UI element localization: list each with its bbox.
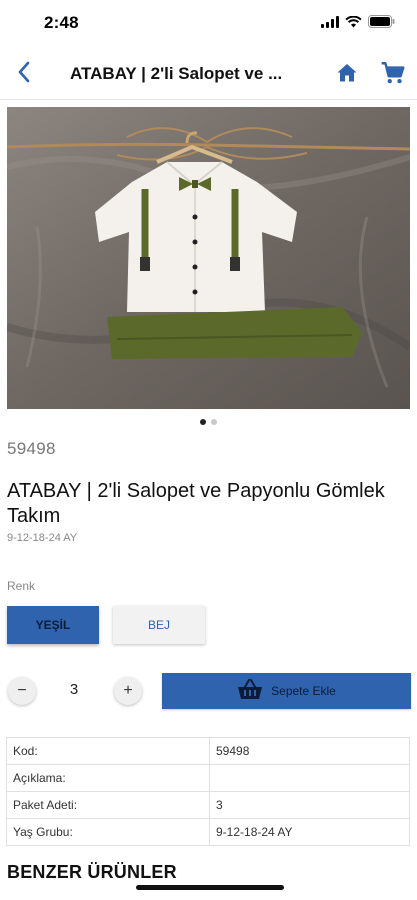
table-row: Yaş Grubu: 9-12-18-24 AY: [6, 818, 410, 846]
detail-value: 9-12-18-24 AY: [209, 818, 410, 846]
color-label: Renk: [7, 579, 36, 593]
chevron-left-icon: [17, 61, 31, 88]
add-to-cart-label: Sepete Ekle: [271, 684, 336, 698]
detail-value: 59498: [209, 737, 410, 765]
color-option-yesil[interactable]: YEŞİL: [7, 606, 99, 644]
battery-icon: [368, 15, 395, 33]
product-details-table: Kod: 59498 Açıklama: Paket Adeti: 3 Yaş …: [6, 737, 410, 846]
quantity-decrease-button[interactable]: −: [8, 677, 36, 705]
nav-bar: ATABAY | 2'li Salopet ve ...: [0, 48, 417, 100]
detail-key: Paket Adeti:: [6, 791, 210, 819]
color-option-bej[interactable]: BEJ: [113, 606, 205, 644]
detail-key: Yaş Grubu:: [6, 818, 210, 846]
status-time: 2:48: [44, 13, 79, 32]
nav-title: ATABAY | 2'li Salopet ve ...: [70, 64, 283, 83]
cart-button[interactable]: [380, 60, 406, 86]
detail-key: Kod:: [6, 737, 210, 765]
table-row: Paket Adeti: 3: [6, 791, 410, 819]
wifi-icon: [345, 15, 362, 33]
quantity-increase-button[interactable]: +: [114, 677, 142, 705]
detail-value: [209, 764, 410, 792]
product-image[interactable]: [7, 107, 410, 409]
home-icon: [335, 64, 359, 89]
basket-icon: [237, 678, 263, 705]
home-button[interactable]: [335, 61, 359, 85]
back-button[interactable]: [12, 61, 36, 87]
carousel-dot[interactable]: [211, 419, 217, 425]
quantity-value: 3: [69, 681, 79, 698]
product-photo: [7, 107, 410, 409]
status-bar: 2:48: [0, 0, 417, 48]
table-row: Açıklama:: [6, 764, 410, 792]
signal-icon: [321, 15, 339, 33]
table-row: Kod: 59498: [6, 737, 410, 765]
similar-products-title: BENZER ÜRÜNLER: [7, 862, 177, 882]
product-code: 59498: [7, 439, 56, 458]
product-age-range: 9-12-18-24 AY: [7, 532, 78, 544]
shopping-cart-icon: [380, 62, 406, 90]
home-indicator[interactable]: [136, 885, 284, 890]
product-title: ATABAY | 2'li Salopet ve Papyonlu Gömlek…: [7, 480, 385, 527]
status-icons: [321, 15, 395, 33]
add-to-cart-button[interactable]: Sepete Ekle: [162, 673, 411, 709]
detail-key: Açıklama:: [6, 764, 210, 792]
carousel-dot-active[interactable]: [200, 419, 206, 425]
carousel-dots: [0, 419, 417, 425]
detail-value: 3: [209, 791, 410, 819]
